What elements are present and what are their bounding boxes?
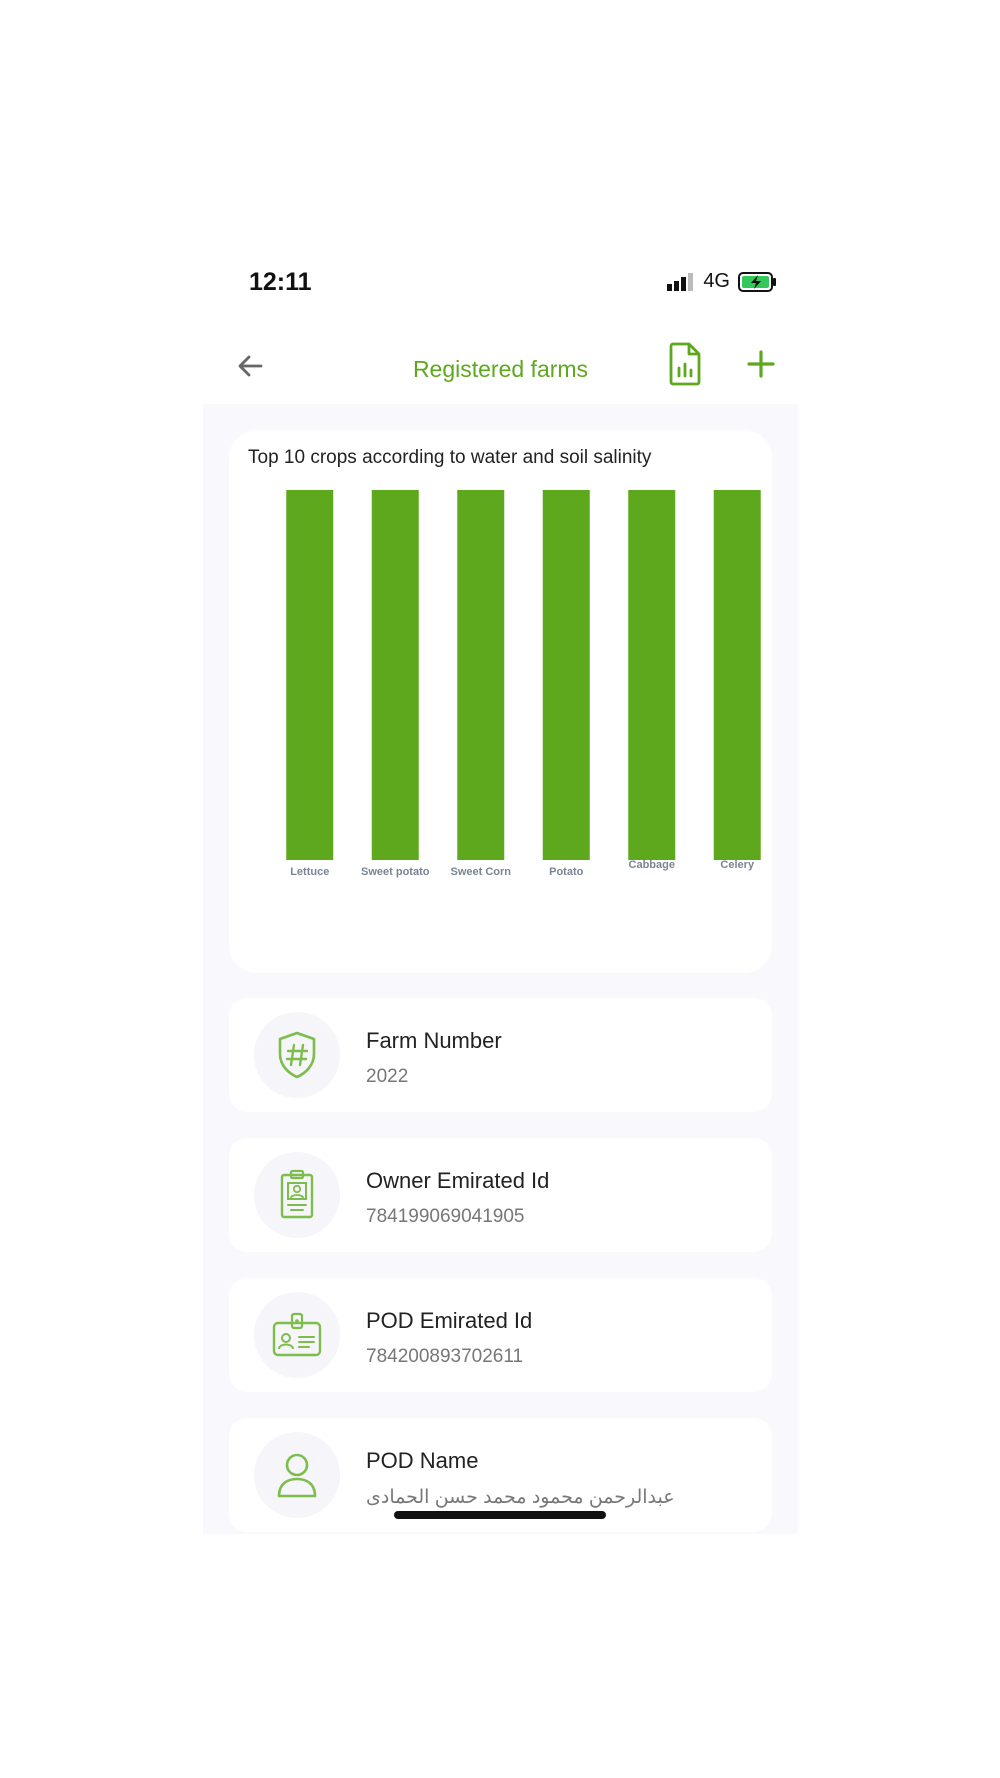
add-icon[interactable]: [741, 344, 781, 384]
shield-hash-icon: [278, 1031, 316, 1079]
bar-celery[interactable]: [713, 490, 761, 860]
bar-cabbage[interactable]: [628, 490, 676, 860]
icon-circle: [254, 1432, 340, 1518]
signal-icon: [667, 272, 694, 291]
pod-id-value: 784200893702611: [366, 1346, 524, 1367]
id-badge-icon: [280, 1169, 314, 1219]
owner-id-label: Owner Emirated Id: [366, 1168, 550, 1193]
farm-number-value: 2022: [366, 1066, 409, 1087]
user-icon: [277, 1453, 317, 1498]
bar-potato[interactable]: [542, 490, 590, 860]
pod-id-card: POD Emirated Id 784200893702611: [229, 1278, 772, 1392]
battery-charging-icon: [738, 271, 776, 292]
x-tick-label: Potato: [549, 866, 584, 878]
crops-chart-card: Top 10 crops according to water and soil…: [229, 430, 772, 973]
x-tick-label: Sweet Corn: [450, 866, 511, 878]
owner-id-card: Owner Emirated Id 784199069041905: [229, 1138, 772, 1252]
crops-bar-chart: Lettuce Sweet potato Sweet Corn Potato Cabba…: [286, 490, 761, 878]
icon-circle: [254, 1012, 340, 1098]
pod-name-label: POD Name: [366, 1448, 479, 1473]
bar-lettuce[interactable]: [286, 490, 334, 860]
status-indicators: 4G: [667, 270, 778, 293]
bar-sweet-corn[interactable]: [457, 490, 505, 860]
icon-circle: [254, 1292, 340, 1378]
id-card-icon: [272, 1312, 322, 1357]
phone-screen: 12:11 4G Registered farms Top 10 crops a…: [203, 258, 798, 1534]
home-indicator[interactable]: [394, 1511, 606, 1519]
x-tick-label: Lettuce: [290, 866, 329, 878]
x-tick-label: Celery: [720, 859, 755, 871]
farm-number-label: Farm Number: [366, 1028, 502, 1053]
owner-id-value: 784199069041905: [366, 1206, 525, 1227]
pod-id-label: POD Emirated Id: [366, 1308, 533, 1333]
x-tick-label: Cabbage: [629, 859, 675, 871]
icon-circle: [254, 1152, 340, 1238]
page-title: Registered farms: [412, 356, 589, 382]
app-header: Registered farms: [203, 328, 798, 408]
pod-name-value: عبدالرحمن محمود محمد حسن الحمادى: [366, 1487, 675, 1508]
x-tick-label: Sweet potato: [361, 866, 430, 878]
status-bar: 12:11 4G: [203, 258, 798, 308]
content-area: Top 10 crops according to water and soil…: [203, 404, 798, 1534]
chart-title: Top 10 crops according to water and soil…: [248, 447, 652, 468]
report-file-icon[interactable]: [665, 340, 705, 388]
network-label: 4G: [703, 270, 730, 292]
status-time: 12:11: [249, 268, 312, 296]
bar-sweet-potato[interactable]: [371, 490, 419, 860]
farm-number-card: Farm Number 2022: [229, 998, 772, 1112]
